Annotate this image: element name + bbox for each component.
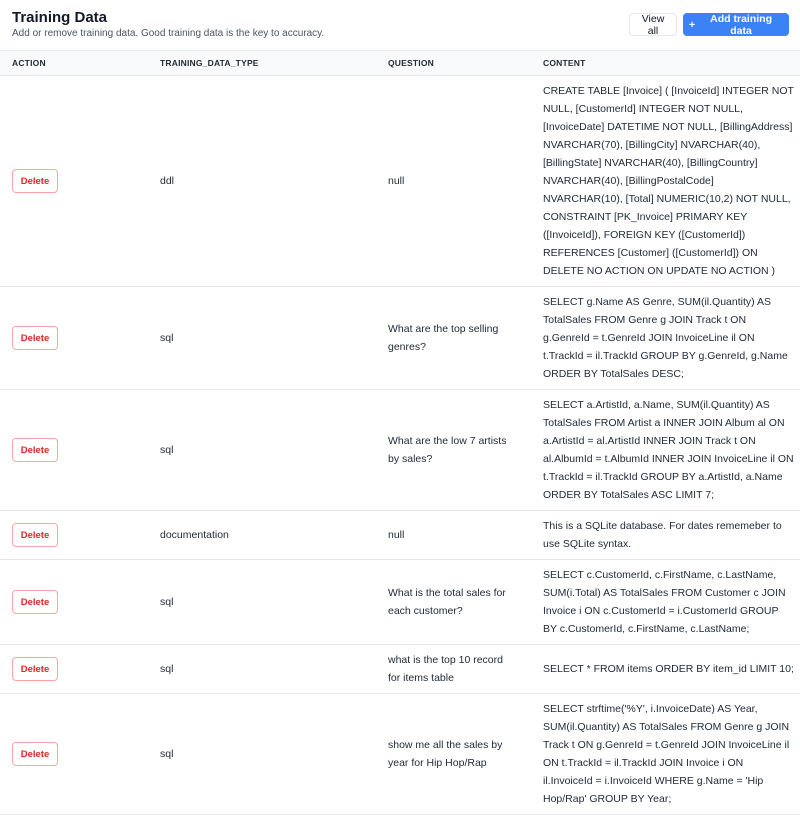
delete-button[interactable]: Delete	[12, 523, 58, 547]
type-cell: sql	[148, 644, 376, 694]
type-cell: sql	[148, 389, 376, 511]
delete-button[interactable]: Delete	[12, 742, 58, 766]
content-cell: CREATE TABLE [Invoice] ( [InvoiceId] INT…	[531, 75, 800, 287]
delete-button[interactable]: Delete	[12, 657, 58, 681]
question-cell: what is the top 10 record for items tabl…	[376, 644, 531, 694]
page-title: Training Data	[12, 9, 108, 26]
question-cell: null	[376, 75, 531, 287]
type-cell: sql	[148, 559, 376, 645]
delete-button[interactable]: Delete	[12, 438, 58, 462]
training-data-table: ACTION TRAINING_DATA_TYPE QUESTION CONTE…	[0, 50, 800, 815]
action-cell: Delete	[0, 75, 148, 287]
action-cell: Delete	[0, 286, 148, 390]
table-row: Delete sql What are the low 7 artists by…	[0, 389, 800, 511]
content-cell: SELECT * FROM items ORDER BY item_id LIM…	[531, 644, 800, 694]
action-cell: Delete	[0, 389, 148, 511]
content-cell: SELECT c.CustomerId, c.FirstName, c.Last…	[531, 559, 800, 645]
delete-button[interactable]: Delete	[12, 169, 58, 193]
question-cell: What is the total sales for each custome…	[376, 559, 531, 645]
column-header-content: CONTENT	[543, 58, 586, 68]
question-cell: What are the low 7 artists by sales?	[376, 389, 531, 511]
view-all-button[interactable]: View all	[629, 13, 677, 37]
question-cell: show me all the sales by year for Hip Ho…	[376, 693, 531, 815]
content-cell: SELECT a.ArtistId, a.Name, SUM(il.Quanti…	[531, 389, 800, 511]
question-cell: null	[376, 510, 531, 560]
action-cell: Delete	[0, 644, 148, 694]
table-header-row: ACTION TRAINING_DATA_TYPE QUESTION CONTE…	[0, 50, 800, 76]
column-header-type: TRAINING_DATA_TYPE	[160, 58, 259, 68]
content-cell: SELECT g.Name AS Genre, SUM(il.Quantity)…	[531, 286, 800, 390]
delete-button[interactable]: Delete	[12, 590, 58, 614]
action-cell: Delete	[0, 693, 148, 815]
table-row: Delete documentation null This is a SQLi…	[0, 510, 800, 560]
type-cell: sql	[148, 286, 376, 390]
page-subtitle: Add or remove training data. Good traini…	[12, 28, 325, 39]
action-cell: Delete	[0, 510, 148, 560]
delete-button[interactable]: Delete	[12, 326, 58, 350]
add-training-data-label: Add training data	[710, 12, 772, 37]
column-header-question: QUESTION	[388, 58, 434, 68]
action-cell: Delete	[0, 559, 148, 645]
plus-icon: +	[689, 18, 696, 31]
add-training-data-button[interactable]: + Add training data	[683, 12, 789, 37]
table-row: Delete ddl null CREATE TABLE [Invoice] (…	[0, 75, 800, 287]
type-cell: sql	[148, 693, 376, 815]
column-header-action: ACTION	[12, 58, 46, 68]
table-row: Delete sql what is the top 10 record for…	[0, 644, 800, 694]
type-cell: ddl	[148, 75, 376, 287]
question-cell: What are the top selling genres?	[376, 286, 531, 390]
content-cell: SELECT strftime('%Y', i.InvoiceDate) AS …	[531, 693, 800, 815]
table-row: Delete sql show me all the sales by year…	[0, 693, 800, 815]
table-row: Delete sql What are the top selling genr…	[0, 286, 800, 390]
type-cell: documentation	[148, 510, 376, 560]
table-row: Delete sql What is the total sales for e…	[0, 559, 800, 645]
content-cell: This is a SQLite database. For dates rem…	[531, 510, 800, 560]
page-header: Training Data Add or remove training dat…	[0, 0, 800, 50]
